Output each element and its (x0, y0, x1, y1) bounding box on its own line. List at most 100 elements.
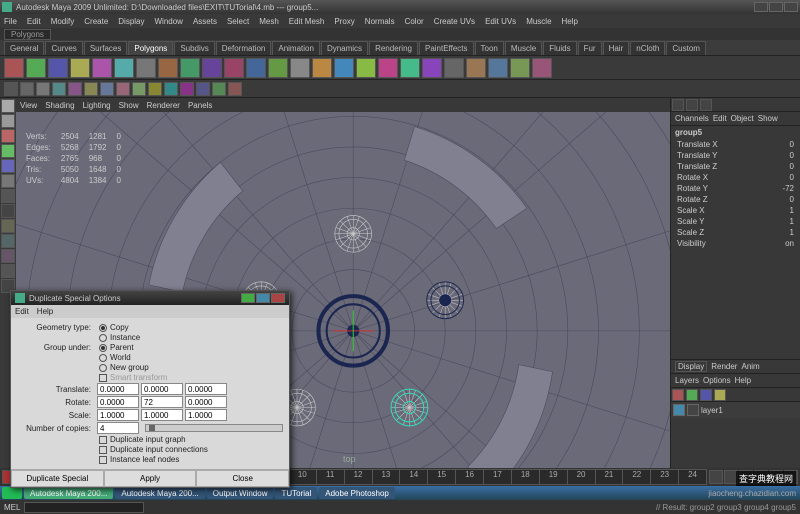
panel-menu-item[interactable]: Panels (188, 101, 212, 110)
close-button[interactable] (784, 2, 798, 12)
shelf-icon[interactable] (224, 58, 244, 78)
shelf-icon[interactable] (84, 82, 98, 96)
shelf-icon[interactable] (20, 82, 34, 96)
menu-item[interactable]: Display (118, 17, 144, 26)
shelf-icon[interactable] (488, 58, 508, 78)
channel-tab[interactable]: Show (758, 114, 778, 123)
shelf-icon[interactable] (180, 58, 200, 78)
shelf-icon[interactable] (290, 58, 310, 78)
shelf-icon[interactable] (532, 58, 552, 78)
shelf-icon[interactable] (312, 58, 332, 78)
shelf-tab[interactable]: Rendering (369, 41, 418, 55)
panel-menu-item[interactable]: Shading (45, 101, 74, 110)
menu-item[interactable]: Edit Mesh (289, 17, 325, 26)
layer-create-icon[interactable] (672, 389, 684, 401)
shelf-tab[interactable]: Curves (45, 41, 82, 55)
shelf-icon[interactable] (268, 58, 288, 78)
shelf-icon[interactable] (164, 82, 178, 96)
menu-item[interactable]: File (4, 17, 17, 26)
taskbar-item[interactable]: TUTorial (275, 487, 317, 499)
duplicate-special-button[interactable]: Duplicate Special (11, 470, 104, 487)
shelf-tab[interactable]: PaintEffects (419, 41, 474, 55)
shelf-icon[interactable] (100, 82, 114, 96)
shelf-icon[interactable] (48, 58, 68, 78)
layout-single-icon[interactable] (1, 219, 15, 233)
menu-item[interactable]: Help (562, 17, 578, 26)
shelf-icon[interactable] (196, 82, 210, 96)
showmanip-tool-icon[interactable] (1, 204, 15, 218)
attreditor-icon[interactable] (686, 99, 698, 111)
shelf-tab[interactable]: Subdivs (174, 41, 214, 55)
attr-value[interactable]: -72 (782, 184, 794, 193)
menu-item[interactable]: Edit (27, 17, 41, 26)
menu-item[interactable]: Select (227, 17, 249, 26)
select-tool-icon[interactable] (1, 99, 15, 113)
shelf-icon[interactable] (132, 82, 146, 96)
shelf-icon[interactable] (180, 82, 194, 96)
rotate-tool-icon[interactable] (1, 144, 15, 158)
mel-label[interactable]: MEL (4, 503, 20, 512)
attr-value[interactable]: 0 (790, 151, 794, 160)
menu-item[interactable]: Create UVs (434, 17, 475, 26)
attr-value[interactable]: 0 (790, 162, 794, 171)
layer-type-icon[interactable] (687, 404, 699, 416)
layout-four-icon[interactable] (1, 234, 15, 248)
shelf-icon[interactable] (158, 58, 178, 78)
geom-copy-radio[interactable]: Copy (99, 323, 129, 332)
display-tab[interactable]: Display (675, 361, 707, 372)
translate-z-field[interactable] (185, 383, 227, 395)
scale-y-field[interactable] (141, 409, 183, 421)
channel-tab[interactable]: Edit (713, 114, 727, 123)
shelf-tab[interactable]: General (4, 41, 44, 55)
group-parent-radio[interactable]: Parent (99, 343, 134, 352)
menu-item[interactable]: Muscle (526, 17, 551, 26)
geom-instance-radio[interactable]: Instance (99, 333, 140, 342)
shelf-icon[interactable] (378, 58, 398, 78)
shelf-icon[interactable] (466, 58, 486, 78)
copies-field[interactable] (97, 422, 139, 434)
menu-item[interactable]: Create (84, 17, 108, 26)
lasso-tool-icon[interactable] (1, 114, 15, 128)
attr-value[interactable]: 1 (790, 206, 794, 215)
scale-tool-icon[interactable] (1, 159, 15, 173)
scale-x-field[interactable] (97, 409, 139, 421)
anim-tab[interactable]: Anim (741, 362, 759, 371)
shelf-tab[interactable]: Fur (578, 41, 602, 55)
dialog-minimize-button[interactable] (241, 293, 255, 303)
translate-y-field[interactable] (141, 383, 183, 395)
taskbar-item[interactable]: Adobe Photoshop (319, 487, 395, 499)
shelf-icon[interactable] (36, 82, 50, 96)
object-name[interactable]: group5 (671, 126, 800, 139)
shelf-icon[interactable] (136, 58, 156, 78)
dialog-menu-item[interactable]: Edit (15, 307, 29, 316)
menu-item[interactable]: Proxy (334, 17, 354, 26)
layer-name[interactable]: layer1 (701, 406, 723, 415)
attr-value[interactable]: 1 (790, 217, 794, 226)
menu-item[interactable]: Mesh (259, 17, 279, 26)
shelf-icon[interactable] (70, 58, 90, 78)
shelf-icon[interactable] (148, 82, 162, 96)
close-dialog-button[interactable]: Close (196, 470, 289, 487)
menu-item[interactable]: Window (155, 17, 183, 26)
shelf-icon[interactable] (4, 58, 24, 78)
layout-persp-icon[interactable] (1, 249, 15, 263)
shelf-tab[interactable]: Toon (475, 41, 504, 55)
copies-slider[interactable] (145, 424, 283, 432)
panel-menu-item[interactable]: Show (119, 101, 139, 110)
rotate-x-field[interactable] (97, 396, 139, 408)
layer-down-icon[interactable] (714, 389, 726, 401)
panel-menu-item[interactable]: View (20, 101, 37, 110)
shelf-icon[interactable] (202, 58, 222, 78)
dup-input-graph-check[interactable]: Duplicate input graph (99, 435, 186, 444)
minimize-button[interactable] (754, 2, 768, 12)
shelf-tab[interactable]: Deformation (216, 41, 272, 55)
attr-value[interactable]: on (785, 239, 794, 248)
layer-menu-item[interactable]: Options (703, 376, 731, 385)
scale-z-field[interactable] (185, 409, 227, 421)
instance-leaf-check[interactable]: Instance leaf nodes (99, 455, 179, 464)
dup-input-conn-check[interactable]: Duplicate input connections (99, 445, 208, 454)
taskbar-item[interactable]: Autodesk Maya 200... (24, 487, 113, 499)
shelf-icon[interactable] (400, 58, 420, 78)
start-button[interactable] (2, 487, 22, 499)
shelf-icon[interactable] (444, 58, 464, 78)
